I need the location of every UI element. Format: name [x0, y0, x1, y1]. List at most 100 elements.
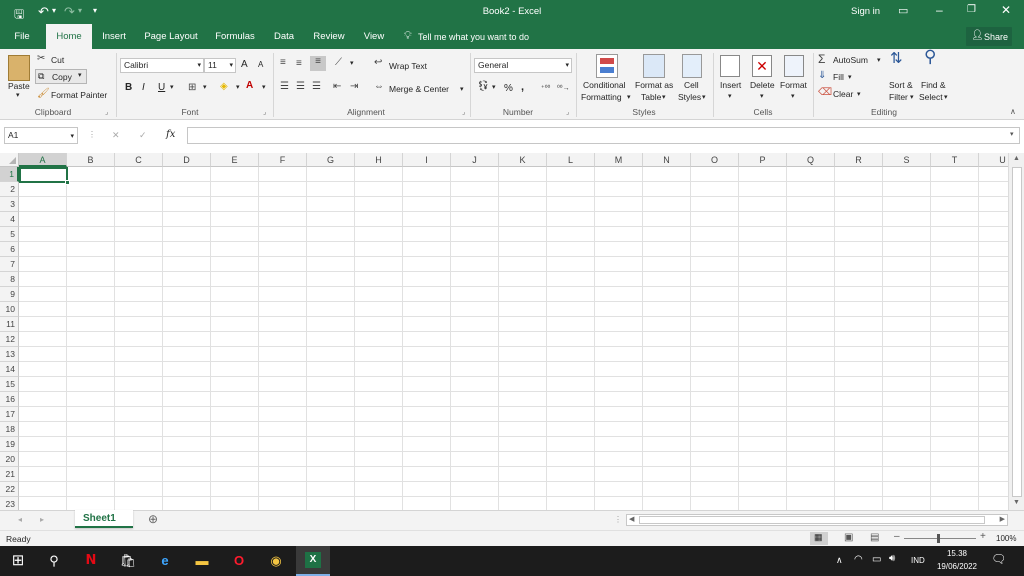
bold-button[interactable]: B [125, 82, 132, 93]
align-left-icon[interactable]: ☰ [280, 81, 289, 93]
delete-button[interactable]: Delete [750, 80, 775, 90]
column-header[interactable]: T [931, 153, 979, 167]
fill-dropdown-icon[interactable]: ▾ [236, 83, 240, 91]
column-header[interactable]: D [163, 153, 211, 167]
align-center-icon[interactable]: ☰ [296, 81, 305, 93]
row-header[interactable]: 10 [0, 302, 19, 317]
column-header[interactable]: G [307, 153, 355, 167]
close-icon[interactable]: ✕ [1001, 3, 1011, 17]
cut-button[interactable]: Cut [51, 55, 64, 65]
paste-dropdown-icon[interactable]: ▾ [16, 91, 20, 99]
column-header[interactable]: A [19, 153, 67, 167]
worksheet-grid[interactable]: ABCDEFGHIJKLMNOPQRSTU 1 2 3 4 5 6 7 8 9 10 11 12 13 1… [0, 153, 1024, 510]
sort-filter-button[interactable]: Sort & [889, 80, 913, 90]
vertical-scroll-thumb[interactable] [1012, 167, 1022, 497]
show-hidden-icons-icon[interactable]: ∧ [836, 555, 843, 566]
row-header[interactable]: 1 [0, 167, 19, 182]
format-as-table-button[interactable]: Format as [635, 80, 673, 90]
horizontal-scrollbar[interactable]: ◀ ▶ [626, 514, 1008, 526]
split-handle-icon[interactable]: ⋮ [614, 515, 622, 524]
clipboard-launcher-icon[interactable]: ⌟ [105, 108, 108, 116]
tell-me-search[interactable]: Tell me what you want to do [418, 32, 529, 42]
row-header[interactable]: 21 [0, 467, 19, 482]
new-sheet-icon[interactable]: ⊕ [148, 512, 158, 526]
active-cell[interactable] [19, 167, 70, 185]
column-header[interactable]: J [451, 153, 499, 167]
percent-button[interactable]: % [504, 83, 513, 94]
scroll-left-icon[interactable]: ◀ [629, 515, 634, 523]
font-launcher-icon[interactable]: ⌟ [263, 108, 266, 116]
vertical-scrollbar[interactable]: ▲ ▼ [1008, 153, 1024, 510]
page-layout-view-icon[interactable]: ▣ [844, 532, 853, 543]
font-name-select[interactable]: Calibri ▾ [120, 58, 204, 73]
undo-icon[interactable]: ↶ [38, 4, 49, 20]
autosum-button[interactable]: AutoSum [833, 55, 868, 65]
copy-dropdown-icon[interactable]: ▾ [78, 71, 82, 79]
tab-home[interactable]: Home [46, 24, 92, 49]
volume-icon[interactable]: 🔊︎ [889, 553, 895, 564]
redo-dropdown-icon[interactable]: ▾ [78, 6, 82, 15]
column-header[interactable]: P [739, 153, 787, 167]
tab-insert[interactable]: Insert [96, 24, 132, 49]
notifications-icon[interactable]: 🗨︎ [991, 552, 1006, 566]
restore-icon[interactable]: ❐ [967, 4, 976, 15]
column-header[interactable]: H [355, 153, 403, 167]
cell-area[interactable] [19, 167, 1008, 510]
excel-taskbar-button[interactable]: X [296, 546, 330, 576]
undo-dropdown-icon[interactable]: ▾ [52, 6, 56, 15]
increase-font-icon[interactable]: A [241, 59, 248, 70]
tab-view[interactable]: View [358, 24, 390, 49]
zoom-slider[interactable] [904, 538, 976, 539]
netflix-icon[interactable]: N [80, 551, 102, 571]
paste-icon[interactable] [8, 55, 30, 81]
align-middle-icon[interactable]: ≡ [296, 58, 302, 70]
opera-icon[interactable]: O [228, 551, 250, 571]
column-header[interactable]: C [115, 153, 163, 167]
font-size-select[interactable]: 11 ▾ [204, 58, 236, 73]
row-header[interactable]: 22 [0, 482, 19, 497]
redo-icon[interactable]: ↷ [64, 4, 75, 20]
underline-dropdown-icon[interactable]: ▾ [170, 83, 174, 91]
cell-styles-button[interactable]: Cell [684, 80, 699, 90]
row-header[interactable]: 4 [0, 212, 19, 227]
column-header[interactable]: K [499, 153, 547, 167]
align-bottom-icon[interactable]: ≡ [310, 56, 326, 71]
ribbon-display-options-icon[interactable]: ▭ [898, 4, 908, 17]
minimize-icon[interactable]: – [936, 3, 943, 17]
paste-button[interactable]: Paste [8, 81, 30, 91]
clock-date[interactable]: 19/06/2022 [935, 562, 979, 571]
merge-dropdown-icon[interactable]: ▾ [460, 85, 464, 93]
row-header[interactable]: 12 [0, 332, 19, 347]
font-color-icon[interactable]: A [246, 80, 253, 92]
increase-decimal-icon[interactable]: ⁺⁰⁰ [541, 84, 550, 92]
select-all-corner[interactable] [0, 153, 19, 167]
formula-input[interactable] [187, 127, 1020, 144]
horizontal-scroll-thumb[interactable] [639, 516, 985, 524]
zoom-slider-thumb[interactable] [937, 534, 940, 543]
accounting-dropdown-icon[interactable]: ▾ [492, 83, 496, 91]
align-right-icon[interactable]: ☰ [312, 81, 321, 93]
expand-formula-bar-icon[interactable]: ▾ [1010, 130, 1014, 138]
previous-sheet-icon[interactable]: ◂ [18, 515, 22, 524]
row-header[interactable]: 14 [0, 362, 19, 377]
number-launcher-icon[interactable]: ⌟ [566, 108, 569, 116]
windows-start-icon[interactable]: ⊞ [7, 551, 29, 571]
row-header[interactable]: 3 [0, 197, 19, 212]
column-header[interactable]: N [643, 153, 691, 167]
language-indicator[interactable]: IND [911, 556, 925, 565]
row-header[interactable]: 15 [0, 377, 19, 392]
find-select-button[interactable]: Find & [921, 80, 946, 90]
column-header[interactable]: O [691, 153, 739, 167]
normal-view-icon[interactable]: ▦ [810, 532, 828, 545]
tab-file[interactable]: File [6, 24, 38, 49]
italic-button[interactable]: I [142, 82, 145, 93]
row-header[interactable]: 5 [0, 227, 19, 242]
borders-dropdown-icon[interactable]: ▾ [203, 83, 207, 91]
column-header[interactable]: L [547, 153, 595, 167]
row-header[interactable]: 13 [0, 347, 19, 362]
font-color-dropdown-icon[interactable]: ▾ [262, 83, 266, 91]
name-box[interactable]: A1 ▾ [4, 127, 78, 144]
column-header[interactable]: B [67, 153, 115, 167]
customize-qat-icon[interactable]: ▾ [93, 6, 97, 15]
zoom-out-icon[interactable]: – [894, 531, 900, 542]
